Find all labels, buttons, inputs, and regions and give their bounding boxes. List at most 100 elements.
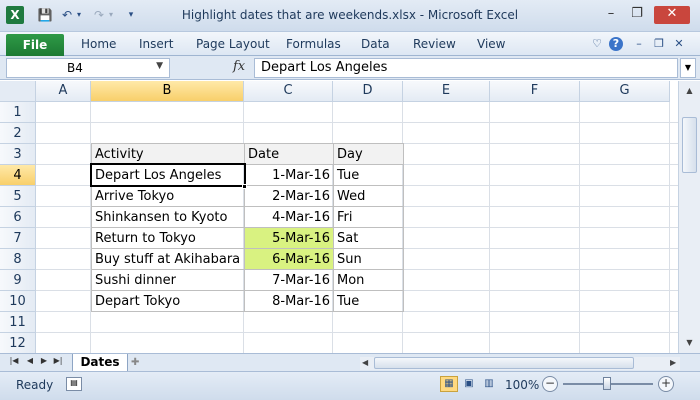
scroll-down-icon[interactable]: ▼ [682, 335, 697, 350]
zoom-in-button[interactable]: + [658, 376, 674, 392]
select-all-corner[interactable] [0, 81, 36, 102]
tab-home[interactable]: Home [81, 37, 116, 51]
first-sheet-icon[interactable]: |◀ [8, 356, 20, 365]
table-header-cell[interactable]: Day [333, 143, 404, 165]
column-header-c[interactable]: C [244, 81, 333, 102]
date-cell[interactable]: 7-Mar-16 [244, 269, 334, 291]
activity-cell[interactable]: Return to Tokyo [91, 227, 245, 249]
name-box-value: B4 [67, 61, 83, 75]
row-header-1[interactable]: 1 [0, 102, 36, 123]
tab-file[interactable]: File [6, 34, 64, 56]
horizontal-scrollbar[interactable]: ◀ ▶ [360, 357, 680, 370]
sheet-tab-bar: |◀ ◀ ▶ ▶| Dates ✚ ◀ ▶ [0, 353, 700, 372]
date-cell[interactable]: 4-Mar-16 [244, 206, 334, 228]
tab-formulas[interactable]: Formulas [286, 37, 341, 51]
insert-function-icon[interactable]: fx [233, 59, 245, 74]
tab-page-layout[interactable]: Page Layout [196, 37, 270, 51]
page-break-view-button[interactable]: ▥ [480, 376, 498, 392]
window-title: Highlight dates that are weekends.xlsx -… [181, 8, 519, 22]
row-header-6[interactable]: 6 [0, 207, 36, 228]
tab-view[interactable]: View [477, 37, 505, 51]
row-header-12[interactable]: 12 [0, 333, 36, 353]
tab-data[interactable]: Data [361, 37, 390, 51]
day-cell[interactable]: Wed [333, 185, 404, 207]
worksheet-grid[interactable]: A B C D E F G 1 2 3 4 5 6 7 8 9 10 11 12 Activity Date Day Dep… [0, 81, 678, 353]
zoom-slider-thumb[interactable] [603, 377, 611, 390]
column-header-f[interactable]: F [490, 81, 580, 102]
row-header-10[interactable]: 10 [0, 291, 36, 312]
day-cell[interactable]: Sat [333, 227, 404, 249]
gridline [36, 332, 678, 333]
workbook-minimize-icon[interactable]: – [632, 37, 646, 51]
normal-view-button[interactable]: ▦ [440, 376, 458, 392]
workbook-restore-icon[interactable]: ❐ [652, 37, 666, 51]
gridline [36, 122, 678, 123]
title-bar: X 💾 ↶ ▾ ↷ ▾ ▾ Highlight dates that are w… [0, 0, 700, 32]
sheet-tab-dates[interactable]: Dates [72, 354, 128, 372]
row-header-4[interactable]: 4 [0, 165, 36, 186]
date-cell[interactable]: 8-Mar-16 [244, 290, 334, 312]
weekend-date-cell[interactable]: 5-Mar-16 [244, 227, 334, 249]
row-header-8[interactable]: 8 [0, 249, 36, 270]
row-header-11[interactable]: 11 [0, 312, 36, 333]
macro-record-icon[interactable]: ▤ [66, 377, 82, 391]
minimize-button[interactable]: – [600, 6, 622, 24]
zoom-level[interactable]: 100% [505, 378, 539, 392]
last-sheet-icon[interactable]: ▶| [52, 356, 64, 365]
insert-sheet-icon[interactable]: ✚ [131, 357, 147, 369]
active-cell-outline [90, 163, 246, 187]
day-cell[interactable]: Tue [333, 290, 404, 312]
row-header-2[interactable]: 2 [0, 123, 36, 144]
activity-cell[interactable]: Sushi dinner [91, 269, 245, 291]
activity-cell[interactable]: Buy stuff at Akihabara [91, 248, 245, 270]
close-button[interactable]: ✕ [654, 6, 690, 24]
vertical-scrollbar[interactable]: ▲ ▼ [678, 81, 700, 353]
day-cell[interactable]: Mon [333, 269, 404, 291]
column-header-e[interactable]: E [403, 81, 490, 102]
status-ready: Ready [16, 378, 54, 392]
status-bar: Ready ▤ ▦ ▣ ▥ 100% − + [0, 371, 700, 400]
column-header-b[interactable]: B [91, 81, 244, 102]
help-icon[interactable]: ? [609, 37, 623, 51]
fill-handle[interactable] [242, 184, 247, 189]
expand-formula-bar-icon[interactable]: ▼ [680, 58, 696, 78]
activity-cell[interactable]: Depart Tokyo [91, 290, 245, 312]
column-header-d[interactable]: D [333, 81, 403, 102]
row-header-9[interactable]: 9 [0, 270, 36, 291]
workbook-close-icon[interactable]: ✕ [672, 37, 686, 51]
horizontal-scroll-thumb[interactable] [374, 357, 634, 369]
day-cell[interactable]: Tue [333, 164, 404, 186]
day-cell[interactable]: Fri [333, 206, 404, 228]
ribbon-tabs: File Home Insert Page Layout Formulas Da… [0, 32, 700, 56]
column-header-a[interactable]: A [36, 81, 91, 102]
scroll-left-icon[interactable]: ◀ [362, 357, 368, 369]
next-sheet-icon[interactable]: ▶ [38, 356, 50, 365]
scroll-up-icon[interactable]: ▲ [682, 83, 697, 98]
tab-insert[interactable]: Insert [139, 37, 173, 51]
activity-cell[interactable]: Shinkansen to Kyoto [91, 206, 245, 228]
weekend-date-cell[interactable]: 6-Mar-16 [244, 248, 334, 270]
prev-sheet-icon[interactable]: ◀ [24, 356, 36, 365]
page-layout-view-button[interactable]: ▣ [460, 376, 478, 392]
row-header-3[interactable]: 3 [0, 144, 36, 165]
tab-review[interactable]: Review [413, 37, 456, 51]
row-header-7[interactable]: 7 [0, 228, 36, 249]
zoom-out-button[interactable]: − [542, 376, 558, 392]
date-cell[interactable]: 2-Mar-16 [244, 185, 334, 207]
row-header-5[interactable]: 5 [0, 186, 36, 207]
date-cell[interactable]: 1-Mar-16 [244, 164, 334, 186]
table-header-cell[interactable]: Date [244, 143, 334, 165]
name-box[interactable]: B4 ▼ [6, 58, 170, 78]
table-header-cell[interactable]: Activity [91, 143, 245, 165]
minimize-ribbon-icon[interactable]: ♡ [590, 37, 604, 51]
chevron-down-icon[interactable]: ▼ [156, 61, 163, 71]
restore-button[interactable]: ❐ [626, 6, 648, 24]
activity-cell[interactable]: Arrive Tokyo [91, 185, 245, 207]
column-header-g[interactable]: G [580, 81, 670, 102]
day-cell[interactable]: Sun [333, 248, 404, 270]
formula-input[interactable]: Depart Los Angeles [254, 58, 678, 78]
formula-bar-splitter[interactable] [175, 58, 225, 78]
formula-bar: B4 ▼ fx Depart Los Angeles ▼ [0, 56, 700, 80]
scroll-right-icon[interactable]: ▶ [670, 357, 676, 369]
vertical-scroll-thumb[interactable] [682, 117, 697, 173]
